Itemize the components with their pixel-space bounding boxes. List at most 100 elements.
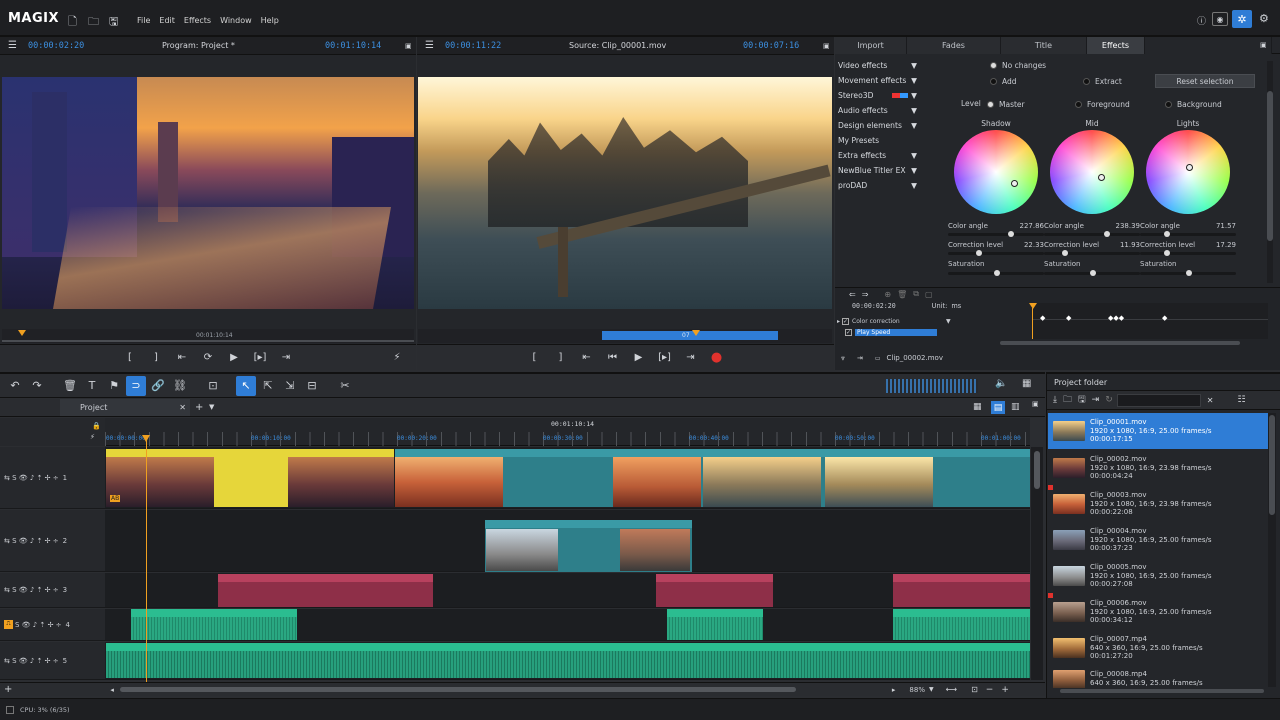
option-extract[interactable]: Extract (1083, 77, 1122, 86)
chevron-down-icon[interactable]: ▼ (946, 318, 951, 325)
go-to-start-icon[interactable]: ⇤ (574, 352, 600, 363)
option-foreground[interactable]: Foreground (1075, 100, 1130, 109)
scrollbar-thumb[interactable] (1034, 451, 1040, 489)
timeline-mode-icon[interactable]: ▤ (991, 401, 1005, 414)
project-item[interactable]: Clip_00006.mov 1920 x 1080, 16:9, 25.00 f… (1048, 594, 1268, 630)
maximize-icon[interactable]: ▣ (1032, 400, 1039, 408)
play-icon[interactable]: ▶ (221, 352, 247, 363)
next-marker-icon[interactable]: [▸] (247, 352, 273, 363)
add-tab-icon[interactable]: + (195, 402, 203, 413)
playhead-marker[interactable] (692, 330, 700, 336)
play-icon[interactable]: ▶ (626, 352, 652, 363)
refresh-icon[interactable]: ↻ (1105, 395, 1113, 405)
project-folder-vscrollbar[interactable] (1268, 413, 1276, 687)
project-item[interactable]: Clip_00001.mov 1920 x 1080, 16:9, 25.00 f… (1048, 413, 1268, 449)
category-movement-effects[interactable]: Movement effects ▼ (835, 73, 925, 88)
maximize-icon[interactable]: ▣ (823, 42, 830, 50)
open-folder-icon[interactable]: 🗀 (88, 13, 99, 32)
slider-thumb[interactable] (1164, 250, 1170, 256)
link-icon[interactable]: 🔗 (148, 376, 168, 396)
lights-color-wheel[interactable] (1146, 130, 1230, 214)
search-input[interactable] (1116, 393, 1201, 407)
source-range[interactable] (602, 331, 778, 340)
correction-level-slider[interactable] (1044, 250, 1140, 256)
slider-thumb[interactable] (976, 250, 982, 256)
redo-icon[interactable]: ↷ (27, 376, 47, 396)
arrow-right-icon[interactable]: ⇒ (862, 290, 869, 299)
add-track-icon[interactable]: + (4, 684, 12, 695)
maximize-icon[interactable]: ▣ (1260, 41, 1267, 49)
insert-icon[interactable]: ⇥ (1092, 395, 1100, 405)
mixer-icon[interactable]: ▦ (1022, 378, 1031, 389)
menu-file[interactable]: File (137, 16, 150, 25)
magnet-icon[interactable]: ⊃ (126, 375, 146, 396)
reset-selection-button[interactable]: Reset selection (1155, 74, 1255, 88)
zoom-fit-icon[interactable]: ⊡ (971, 685, 978, 694)
next-marker-icon[interactable]: [▸] (652, 352, 678, 363)
previous-frame-icon[interactable]: ⏮ (600, 352, 626, 363)
slider-thumb[interactable] (1090, 270, 1096, 276)
menu-help[interactable]: Help (261, 16, 279, 25)
track-3[interactable]: Title X-pos Y-pos Anti cropping Title X-… (105, 573, 1030, 608)
info-icon[interactable]: ⓘ (1197, 14, 1206, 27)
color-angle-slider[interactable] (1044, 231, 1140, 237)
checkbox-icon[interactable]: ✓ (845, 328, 852, 336)
clip-title-c[interactable]: Title X-pos Y-pos Anti cropping (893, 574, 1030, 607)
option-master[interactable]: Master (987, 100, 1025, 109)
folder-icon[interactable]: 🗀 (1063, 392, 1072, 408)
clip-teal-c[interactable]: Clip_00001.mov 75 (613, 449, 1030, 507)
new-file-icon[interactable]: 🗋 (68, 13, 77, 32)
go-to-start-icon[interactable]: ⇤ (169, 352, 195, 363)
mark-out-icon[interactable]: ] (143, 352, 169, 363)
wheel-knob[interactable] (1186, 164, 1193, 171)
undo-icon[interactable]: ↶ (5, 376, 25, 396)
scrollbar-thumb[interactable] (1000, 341, 1240, 345)
cut-icon[interactable]: ✂ (335, 376, 355, 396)
menu-effects[interactable]: Effects (184, 16, 211, 25)
track-4[interactable]: Voiceover.wav 75 Voiceover.wav Voiceover… (105, 609, 1030, 641)
option-background[interactable]: Background (1165, 100, 1222, 109)
mid-color-wheel[interactable] (1050, 130, 1134, 214)
kf-track-row[interactable]: ✓ Play Speed (837, 327, 937, 337)
correction-level-slider[interactable] (1140, 250, 1236, 256)
menu-icon[interactable]: ☰ (8, 40, 17, 51)
slider-thumb[interactable] (1186, 270, 1192, 276)
tab-fades[interactable]: Fades (907, 36, 1001, 54)
clip-teal-b[interactable]: Clip_00003.mov (395, 449, 613, 507)
keyframe-icon[interactable]: ◆ (1066, 314, 1071, 322)
program-scrub-bar[interactable]: 00:01:10:14 (2, 329, 414, 343)
track-1[interactable]: Clip_00002.mov 75 Color correction AB Cl… (105, 447, 1030, 509)
export-icon[interactable]: ⚡ (384, 352, 410, 363)
menu-edit[interactable]: Edit (159, 16, 175, 25)
playhead-marker[interactable] (18, 330, 26, 336)
slip-icon[interactable]: ⇲ (280, 376, 300, 396)
add-keyframe-icon[interactable]: ⊕ (884, 290, 891, 299)
slider-thumb[interactable] (1104, 231, 1110, 237)
close-icon[interactable]: ✕ (179, 403, 186, 412)
camera-icon[interactable]: ◉ (1212, 12, 1228, 26)
track-header-2[interactable]: ⇆ S 👁 ♪ ⇡ ✢ ÷ 2 (0, 510, 105, 572)
wheel-knob[interactable] (1011, 180, 1018, 187)
close-icon[interactable]: ✕ (1207, 396, 1214, 405)
clip-audio-a[interactable]: Voiceover.wav 75 (131, 609, 297, 640)
project-item[interactable]: Clip_00008.mp4 640 x 360, 16:9, 25.00 fra… (1048, 666, 1268, 688)
category-design-elements[interactable]: Design elements ▼ (835, 118, 925, 133)
track-controls-icon[interactable]: ⇆ S 👁 ♪ ⇡ ✢ ÷ (4, 586, 59, 594)
track-controls-icon[interactable]: ⇆ S 👁 ♪ ⇡ ✢ ÷ (4, 474, 59, 482)
arrow-right-icon[interactable]: ⇥ (857, 354, 863, 362)
copy-icon[interactable]: ⧉ (913, 289, 919, 299)
go-to-end-icon[interactable]: ⇥ (678, 352, 704, 363)
track-header-4[interactable]: ⎍ S 👁 ♪ ⇡ ✢ ÷ 4 (0, 609, 105, 641)
volume-icon[interactable]: 🔈 (995, 378, 1007, 389)
track-header-1[interactable]: ⇆ S 👁 ♪ ⇡ ✢ ÷ 1 (0, 447, 105, 509)
delete-keyframe-icon[interactable]: 🗑 (897, 290, 907, 299)
clip-teal-2[interactable]: Clip_00008.mov (485, 520, 692, 572)
zoom-out-icon[interactable]: − (986, 685, 994, 695)
category-extra-effects[interactable]: Extra effects ▼ (835, 148, 925, 163)
slider-thumb[interactable] (1008, 231, 1014, 237)
scrollbar-thumb[interactable] (1269, 415, 1275, 515)
slider-thumb[interactable] (994, 270, 1000, 276)
layout-icon[interactable]: ✲ (1232, 10, 1252, 28)
save-icon[interactable]: 🖫 (109, 13, 118, 32)
effects-scrollbar[interactable] (1267, 61, 1273, 283)
